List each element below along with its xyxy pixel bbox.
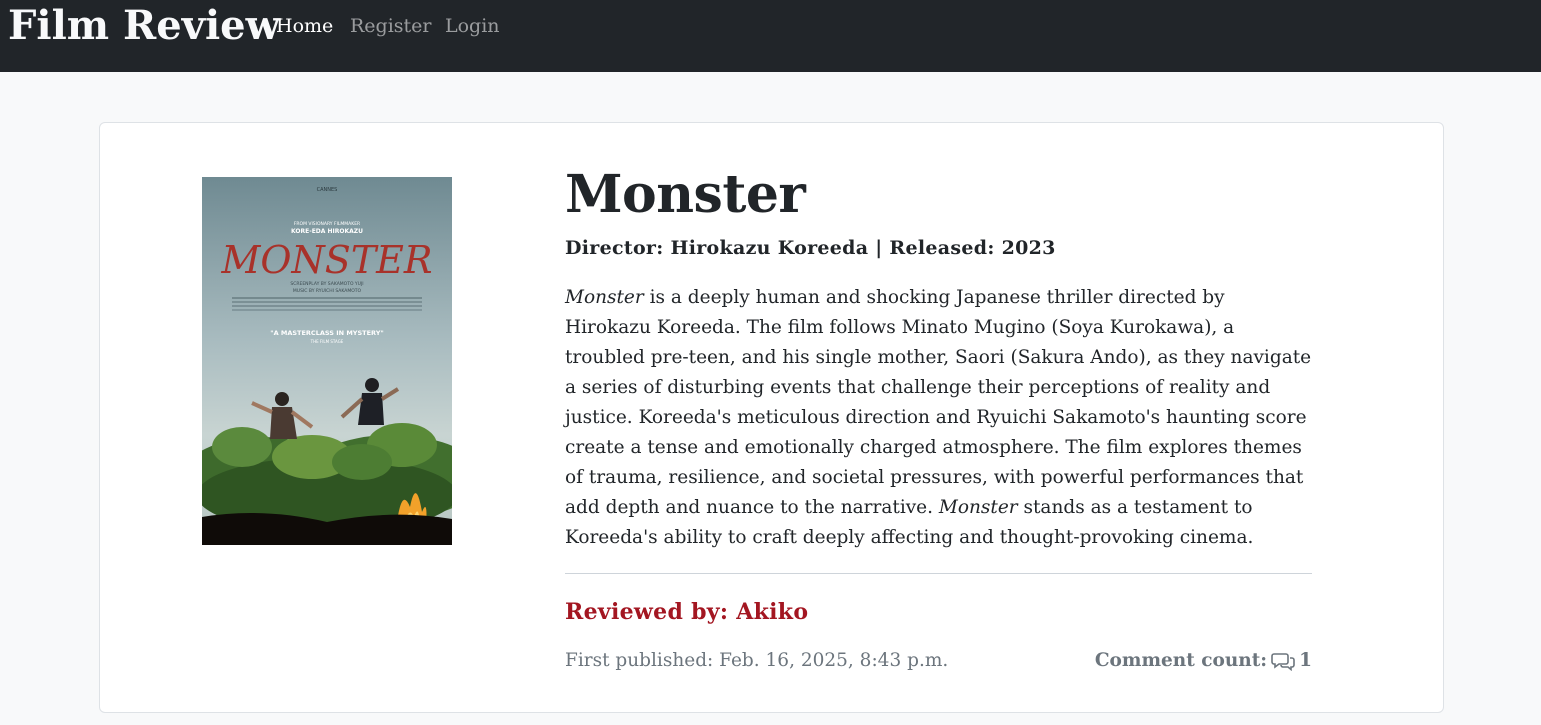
poster-quote: "A MASTERCLASS IN MYSTERY": [270, 329, 384, 337]
poster-music: MUSIC BY RYUICHI SAKAMOTO: [293, 288, 362, 294]
navbar: Film Review Home Register Login: [0, 0, 1541, 72]
post-description: Monster is a deeply human and shocking J…: [565, 283, 1315, 553]
nav-link-home[interactable]: Home: [276, 13, 333, 39]
poster-quote-source: THE FILM STAGE: [310, 339, 344, 344]
poster-director: KORE-EDA HIROKAZU: [291, 228, 363, 235]
post-card: CANNES FROM VISIONARY FILMMAKER KORE-EDA…: [99, 122, 1444, 713]
post-title: Monster: [565, 164, 806, 225]
poster-tag: FROM VISIONARY FILMMAKER: [294, 221, 360, 227]
poster-screenplay: SCREENPLAY BY SAKAMOTO YUJI: [290, 281, 363, 287]
film-title-italic: Monster: [565, 287, 644, 308]
comments-icon: [1271, 648, 1295, 674]
film-poster-image: CANNES FROM VISIONARY FILMMAKER KORE-EDA…: [202, 177, 452, 545]
nav-link-register[interactable]: Register: [350, 13, 432, 39]
comment-count: Comment count: 1: [1095, 648, 1312, 674]
description-text: is a deeply human and shocking Japanese …: [565, 287, 1312, 518]
divider: [565, 573, 1312, 574]
published-date: First published: Feb. 16, 2025, 8:43 p.m…: [565, 650, 949, 671]
poster-artwork: CANNES FROM VISIONARY FILMMAKER KORE-EDA…: [202, 177, 452, 545]
poster-title: MONSTER: [220, 238, 432, 282]
comment-count-label: Comment count:: [1094, 650, 1268, 671]
nav-link-login[interactable]: Login: [445, 13, 500, 39]
post-subtitle: Director: Hirokazu Koreeda | Released: 2…: [565, 237, 1056, 259]
poster-festival: CANNES: [317, 187, 338, 193]
brand-link[interactable]: Film Review: [8, 2, 280, 50]
reviewer-name: Reviewed by: Akiko: [565, 599, 809, 625]
comment-count-value: 1: [1299, 650, 1312, 671]
film-title-italic: Monster: [938, 497, 1018, 518]
